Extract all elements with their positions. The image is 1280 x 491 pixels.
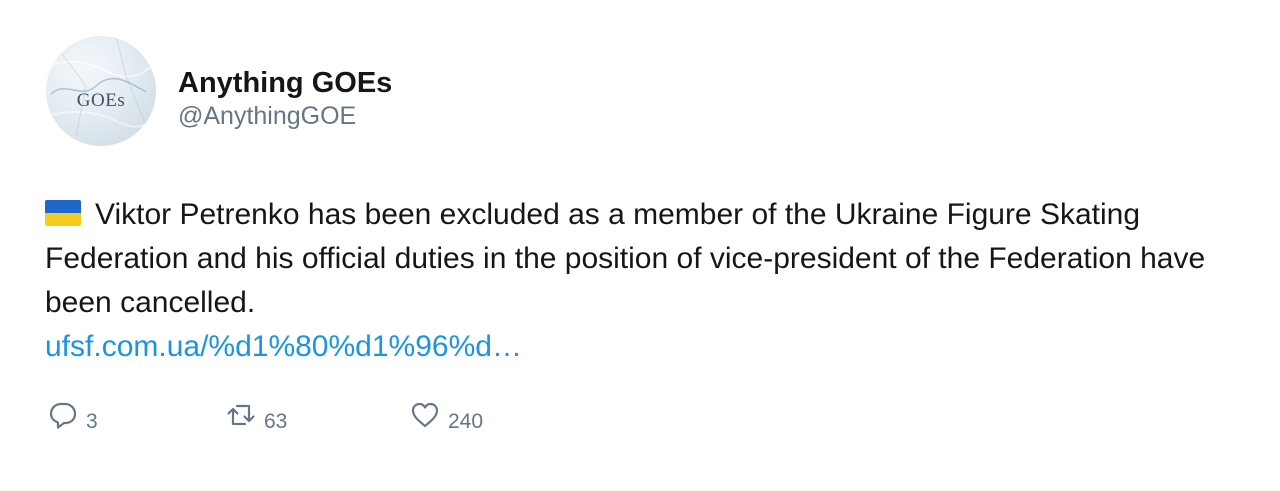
- reply-button[interactable]: 3: [48, 400, 98, 433]
- tweet-card: GOEs Anything GOEs @AnythingGOE Viktor P…: [0, 0, 1280, 491]
- retweet-count: 63: [264, 410, 288, 433]
- tweet-text: Viktor Petrenko has been excluded as a m…: [45, 193, 1245, 369]
- ukraine-flag-icon: [45, 200, 81, 226]
- avatar-logo-text: GOEs: [76, 90, 126, 111]
- heart-icon: [410, 400, 440, 430]
- user-handle[interactable]: @AnythingGOE: [178, 102, 356, 131]
- like-count: 240: [448, 410, 484, 433]
- avatar[interactable]: GOEs: [46, 36, 156, 146]
- tweet-body: Viktor Petrenko has been excluded as a m…: [45, 198, 1206, 319]
- display-name[interactable]: Anything GOEs: [178, 67, 392, 100]
- tweet-link[interactable]: ufsf.com.ua/%d1%80%d1%96%d…: [45, 330, 522, 363]
- reply-count: 3: [86, 410, 98, 433]
- retweet-icon: [226, 400, 256, 430]
- like-button[interactable]: 240: [410, 400, 483, 433]
- reply-icon: [48, 400, 78, 430]
- retweet-button[interactable]: 63: [226, 400, 287, 433]
